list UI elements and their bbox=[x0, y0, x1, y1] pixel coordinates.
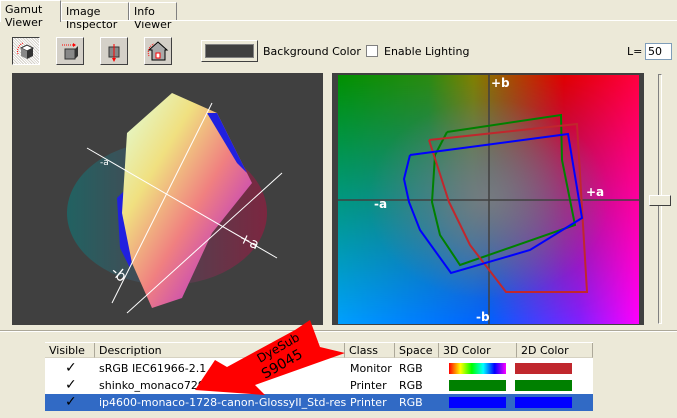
l-slider-thumb[interactable] bbox=[649, 195, 671, 206]
color-3d-swatch[interactable] bbox=[449, 363, 506, 374]
rotate-button[interactable] bbox=[12, 37, 40, 65]
background-color-button[interactable] bbox=[201, 40, 258, 62]
space: RGB bbox=[399, 396, 423, 409]
scale-cube-icon bbox=[108, 44, 120, 62]
table-row-selected[interactable]: ✓ ip4600-monaco-1728-canon-GlossyII_Std-… bbox=[45, 394, 593, 411]
tab-divider bbox=[0, 20, 677, 21]
move-button[interactable] bbox=[56, 37, 84, 65]
axis-label-neg-a: -a bbox=[374, 197, 387, 211]
gamut-2d-view[interactable]: +b -b -a +a bbox=[338, 75, 639, 324]
annotation-arrow: DyeSub S9045 bbox=[195, 320, 345, 395]
column-space[interactable]: Space bbox=[395, 343, 439, 358]
visible-check[interactable]: ✓ bbox=[65, 394, 77, 410]
home-view-icon bbox=[147, 41, 169, 61]
axis-label-pos-a: +a bbox=[586, 185, 604, 199]
l-label: L= bbox=[627, 45, 643, 58]
column-3d-color[interactable]: 3D Color bbox=[439, 343, 517, 358]
rotate-cube-icon bbox=[17, 42, 35, 59]
column-visible[interactable]: Visible bbox=[45, 343, 95, 358]
color-3d-swatch[interactable] bbox=[449, 380, 506, 391]
color-2d-swatch[interactable] bbox=[515, 380, 572, 391]
gamut-3d-view[interactable]: +a -b -a bbox=[12, 73, 323, 325]
class: Printer bbox=[350, 396, 387, 409]
class: Monitor bbox=[350, 362, 392, 375]
axis-label-neg-a: -a bbox=[100, 158, 109, 168]
background-color-label: Background Color bbox=[263, 45, 361, 58]
space: RGB bbox=[399, 379, 423, 392]
scale-button[interactable] bbox=[100, 37, 128, 65]
color-3d-swatch[interactable] bbox=[449, 397, 506, 408]
color-2d-swatch[interactable] bbox=[515, 363, 572, 374]
enable-lighting-label: Enable Lighting bbox=[384, 45, 470, 58]
move-cube-icon bbox=[62, 43, 78, 60]
column-class[interactable]: Class bbox=[345, 343, 395, 358]
axis-label-neg-b: -b bbox=[476, 310, 490, 324]
tab-info-viewer[interactable]: Info Viewer bbox=[129, 2, 177, 31]
l-value-input[interactable]: 50 bbox=[645, 43, 672, 60]
description: ip4600-monaco-1728-canon-GlossyII_Std-re… bbox=[99, 396, 347, 409]
space: RGB bbox=[399, 362, 423, 375]
enable-lighting-checkbox[interactable] bbox=[366, 45, 378, 57]
tab-gamut-viewer[interactable]: Gamut Viewer bbox=[0, 0, 61, 29]
column-2d-color[interactable]: 2D Color bbox=[517, 343, 593, 358]
class: Printer bbox=[350, 379, 387, 392]
color-2d-swatch[interactable] bbox=[515, 397, 572, 408]
visible-check[interactable]: ✓ bbox=[65, 360, 77, 376]
visible-check[interactable]: ✓ bbox=[65, 377, 77, 393]
background-color-swatch bbox=[205, 44, 254, 58]
axis-label-pos-b: +b bbox=[491, 76, 510, 90]
home-button[interactable] bbox=[144, 37, 172, 65]
tab-image-inspector[interactable]: Image Inspector bbox=[61, 2, 129, 31]
